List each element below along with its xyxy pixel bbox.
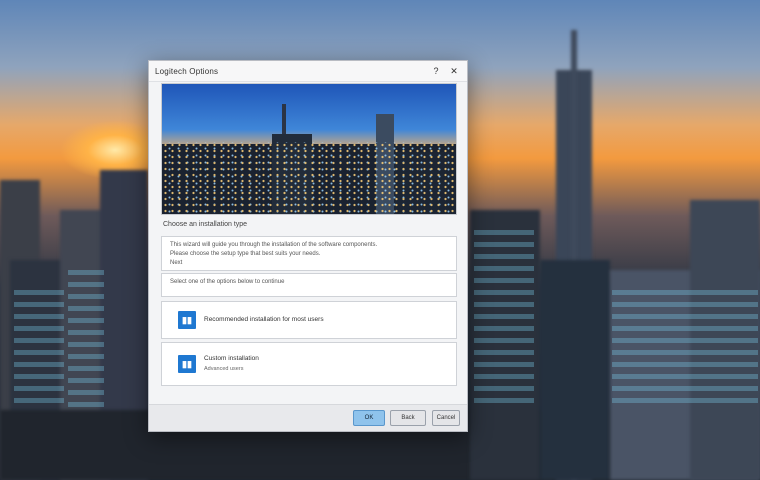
building-windows	[68, 270, 104, 420]
notice-panel: Select one of the options below to conti…	[161, 273, 457, 297]
back-button[interactable]: Back	[390, 410, 426, 426]
building-windows	[612, 290, 758, 410]
install-icon: ▮▮	[178, 311, 196, 329]
building-windows	[14, 290, 64, 410]
option-label: Recommended installation for most users	[204, 316, 324, 323]
installer-dialog: Logitech Options ? ✕ Choose an installat…	[148, 60, 468, 432]
option-custom[interactable]: ▮▮ Custom installation Advanced users	[161, 342, 457, 386]
option-recommended[interactable]: ▮▮ Recommended installation for most use…	[161, 301, 457, 339]
ok-button[interactable]: OK	[353, 410, 385, 426]
building-windows	[474, 230, 534, 410]
window-title: Logitech Options	[155, 66, 219, 76]
section-heading: Choose an installation type	[163, 221, 248, 228]
info-line: Next	[170, 260, 183, 266]
button-bar: OK Back Cancel	[149, 404, 467, 431]
info-line: This wizard will guide you through the i…	[170, 242, 378, 248]
option-label: Custom installation	[204, 355, 259, 362]
building	[540, 260, 610, 480]
install-icon: ▮▮	[178, 355, 196, 373]
close-icon[interactable]: ✕	[447, 64, 461, 78]
help-icon[interactable]: ?	[429, 64, 443, 78]
option-sublabel: Advanced users	[204, 366, 244, 372]
info-panel: This wizard will guide you through the i…	[161, 236, 457, 271]
info-line: Please choose the setup type that best s…	[170, 251, 321, 257]
cancel-button[interactable]: Cancel	[432, 410, 460, 426]
banner-city-lights	[162, 142, 456, 214]
title-bar: Logitech Options ? ✕	[149, 61, 467, 82]
notice-text: Select one of the options below to conti…	[170, 279, 285, 285]
banner-image	[161, 83, 457, 215]
